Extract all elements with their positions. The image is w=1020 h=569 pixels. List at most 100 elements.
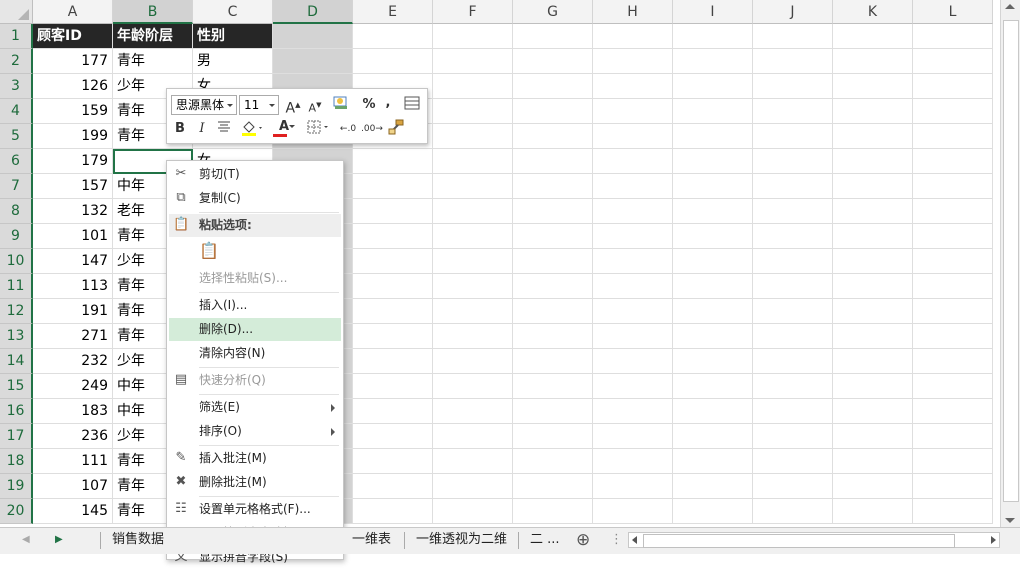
increase-font-icon[interactable]: A▲ bbox=[285, 95, 301, 117]
cell-i10[interactable] bbox=[673, 249, 753, 274]
column-header-i[interactable]: I bbox=[673, 0, 753, 24]
cell-i2[interactable] bbox=[673, 49, 753, 74]
cell-i1[interactable] bbox=[673, 24, 753, 49]
decrease-font-icon[interactable]: A▼ bbox=[307, 95, 323, 115]
column-header-h[interactable]: H bbox=[593, 0, 673, 24]
cell-k12[interactable] bbox=[833, 299, 913, 324]
row-header[interactable]: 5 bbox=[0, 124, 33, 149]
cell-g9[interactable] bbox=[513, 224, 593, 249]
cell-k3[interactable] bbox=[833, 74, 913, 99]
row-header[interactable]: 6 bbox=[0, 149, 33, 174]
cell-j5[interactable] bbox=[753, 124, 833, 149]
tab-sales-data[interactable]: 销售数据 bbox=[112, 528, 164, 553]
cell-j7[interactable] bbox=[753, 174, 833, 199]
scroll-up-icon[interactable] bbox=[1005, 4, 1015, 9]
cell-a20[interactable]: 145 bbox=[33, 499, 113, 524]
column-header-b[interactable]: B bbox=[113, 0, 193, 24]
cell-k19[interactable] bbox=[833, 474, 913, 499]
menu-item-5[interactable]: 插入(I)... bbox=[169, 294, 341, 317]
cell-i6[interactable] bbox=[673, 149, 753, 174]
row-header[interactable]: 14 bbox=[0, 349, 33, 374]
cell-e13[interactable] bbox=[353, 324, 433, 349]
cell-l9[interactable] bbox=[913, 224, 993, 249]
comma-style-icon[interactable]: , bbox=[383, 93, 393, 113]
cell-f11[interactable] bbox=[433, 274, 513, 299]
split-dots-icon[interactable]: ⋮ bbox=[610, 528, 623, 553]
cell-j15[interactable] bbox=[753, 374, 833, 399]
cell-f6[interactable] bbox=[433, 149, 513, 174]
cell-l18[interactable] bbox=[913, 449, 993, 474]
cell-e17[interactable] bbox=[353, 424, 433, 449]
cell-f13[interactable] bbox=[433, 324, 513, 349]
cell-k17[interactable] bbox=[833, 424, 913, 449]
font-size-box[interactable]: 11 bbox=[239, 95, 279, 115]
cell-h16[interactable] bbox=[593, 399, 673, 424]
cell-h1[interactable] bbox=[593, 24, 673, 49]
cell-j17[interactable] bbox=[753, 424, 833, 449]
scroll-right-icon[interactable] bbox=[991, 536, 996, 544]
cell-g5[interactable] bbox=[513, 124, 593, 149]
cell-k13[interactable] bbox=[833, 324, 913, 349]
cell-e8[interactable] bbox=[353, 199, 433, 224]
cell-f7[interactable] bbox=[433, 174, 513, 199]
horizontal-scroll-thumb[interactable] bbox=[643, 534, 955, 548]
row-header[interactable]: 12 bbox=[0, 299, 33, 324]
cell-f15[interactable] bbox=[433, 374, 513, 399]
cell-f10[interactable] bbox=[433, 249, 513, 274]
cell-l2[interactable] bbox=[913, 49, 993, 74]
cell-j20[interactable] bbox=[753, 499, 833, 524]
cell-i5[interactable] bbox=[673, 124, 753, 149]
borders-icon[interactable] bbox=[305, 119, 331, 139]
cell-e10[interactable] bbox=[353, 249, 433, 274]
cell-a18[interactable]: 111 bbox=[33, 449, 113, 474]
cell-l4[interactable] bbox=[913, 99, 993, 124]
cell-g15[interactable] bbox=[513, 374, 593, 399]
cell-k8[interactable] bbox=[833, 199, 913, 224]
cell-k11[interactable] bbox=[833, 274, 913, 299]
cell-a6[interactable]: 179 bbox=[33, 149, 113, 174]
cell-e6[interactable] bbox=[353, 149, 433, 174]
row-header[interactable]: 3 bbox=[0, 74, 33, 99]
cell-g3[interactable] bbox=[513, 74, 593, 99]
cell-g6[interactable] bbox=[513, 149, 593, 174]
number-format-icon[interactable] bbox=[329, 95, 355, 115]
cell-h5[interactable] bbox=[593, 124, 673, 149]
vertical-scrollbar[interactable] bbox=[1000, 0, 1020, 527]
cell-i14[interactable] bbox=[673, 349, 753, 374]
cell-i19[interactable] bbox=[673, 474, 753, 499]
cell-h14[interactable] bbox=[593, 349, 673, 374]
menu-item-9[interactable]: 筛选(E) bbox=[169, 396, 341, 419]
cell-f8[interactable] bbox=[433, 199, 513, 224]
cell-j16[interactable] bbox=[753, 399, 833, 424]
cell-e16[interactable] bbox=[353, 399, 433, 424]
cell-c1[interactable]: 性别 bbox=[193, 24, 273, 49]
row-header[interactable]: 20 bbox=[0, 499, 33, 524]
row-header[interactable]: 19 bbox=[0, 474, 33, 499]
horizontal-scrollbar[interactable] bbox=[628, 532, 1000, 548]
cell-h8[interactable] bbox=[593, 199, 673, 224]
cell-f16[interactable] bbox=[433, 399, 513, 424]
cell-e20[interactable] bbox=[353, 499, 433, 524]
menu-item-11[interactable]: ✎ 插入批注(M) bbox=[169, 447, 341, 470]
row-header[interactable]: 11 bbox=[0, 274, 33, 299]
cell-h6[interactable] bbox=[593, 149, 673, 174]
cell-j11[interactable] bbox=[753, 274, 833, 299]
cell-k4[interactable] bbox=[833, 99, 913, 124]
select-all-button[interactable] bbox=[0, 0, 33, 24]
cell-a3[interactable]: 126 bbox=[33, 74, 113, 99]
cell-f9[interactable] bbox=[433, 224, 513, 249]
row-header[interactable]: 18 bbox=[0, 449, 33, 474]
cell-k16[interactable] bbox=[833, 399, 913, 424]
cell-i9[interactable] bbox=[673, 224, 753, 249]
menu-item-13[interactable]: ☷ 设置单元格格式(F)... bbox=[169, 498, 341, 521]
cell-g13[interactable] bbox=[513, 324, 593, 349]
cell-g10[interactable] bbox=[513, 249, 593, 274]
column-header-f[interactable]: F bbox=[433, 0, 513, 24]
italic-icon[interactable]: I bbox=[195, 119, 209, 139]
menu-item-0[interactable]: ✂ 剪切(T) bbox=[169, 163, 341, 186]
percent-style-icon[interactable]: % bbox=[361, 95, 377, 115]
cell-l12[interactable] bbox=[913, 299, 993, 324]
cell-i7[interactable] bbox=[673, 174, 753, 199]
increase-decimal-icon[interactable]: ←.0 bbox=[337, 119, 359, 139]
column-header-c[interactable]: C bbox=[193, 0, 273, 24]
